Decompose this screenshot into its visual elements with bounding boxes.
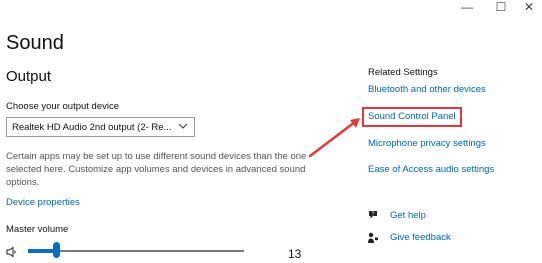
related-settings-heading: Related Settings [368,67,438,78]
output-device-label: Choose your output device [6,101,120,112]
page-title: Sound [6,32,64,54]
volume-slider-track[interactable] [28,250,244,252]
feedback-icon [367,231,379,243]
svg-text:?: ? [372,211,375,217]
output-description: Certain apps may be set up to use differ… [6,151,307,188]
maximize-button[interactable]: ☐ [486,0,516,14]
speaker-icon[interactable] [6,245,18,258]
get-help-link[interactable]: Get help [390,210,426,221]
output-device-value: Realtek HD Audio 2nd output (2- Re... [12,121,172,133]
device-properties-link[interactable]: Device properties [6,197,80,208]
help-icon: ? [367,208,379,220]
volume-slider-fill [28,249,56,253]
output-heading: Output [6,68,52,85]
close-button[interactable]: ✕ [514,0,542,14]
ease-of-access-audio-link[interactable]: Ease of Access audio settings [368,164,494,175]
sound-control-panel-link[interactable]: Sound Control Panel [368,111,456,122]
volume-slider-thumb[interactable] [53,242,60,258]
output-device-select[interactable]: Realtek HD Audio 2nd output (2- Re... [6,117,195,137]
master-volume-label: Master volume [6,224,69,235]
chevron-down-icon [178,121,188,133]
bluetooth-devices-link[interactable]: Bluetooth and other devices [368,84,486,95]
minimize-button[interactable]: — [452,0,482,14]
annotation-arrow [308,118,360,158]
volume-value: 13 [288,247,302,261]
microphone-privacy-link[interactable]: Microphone privacy settings [368,138,486,149]
give-feedback-link[interactable]: Give feedback [390,232,451,243]
